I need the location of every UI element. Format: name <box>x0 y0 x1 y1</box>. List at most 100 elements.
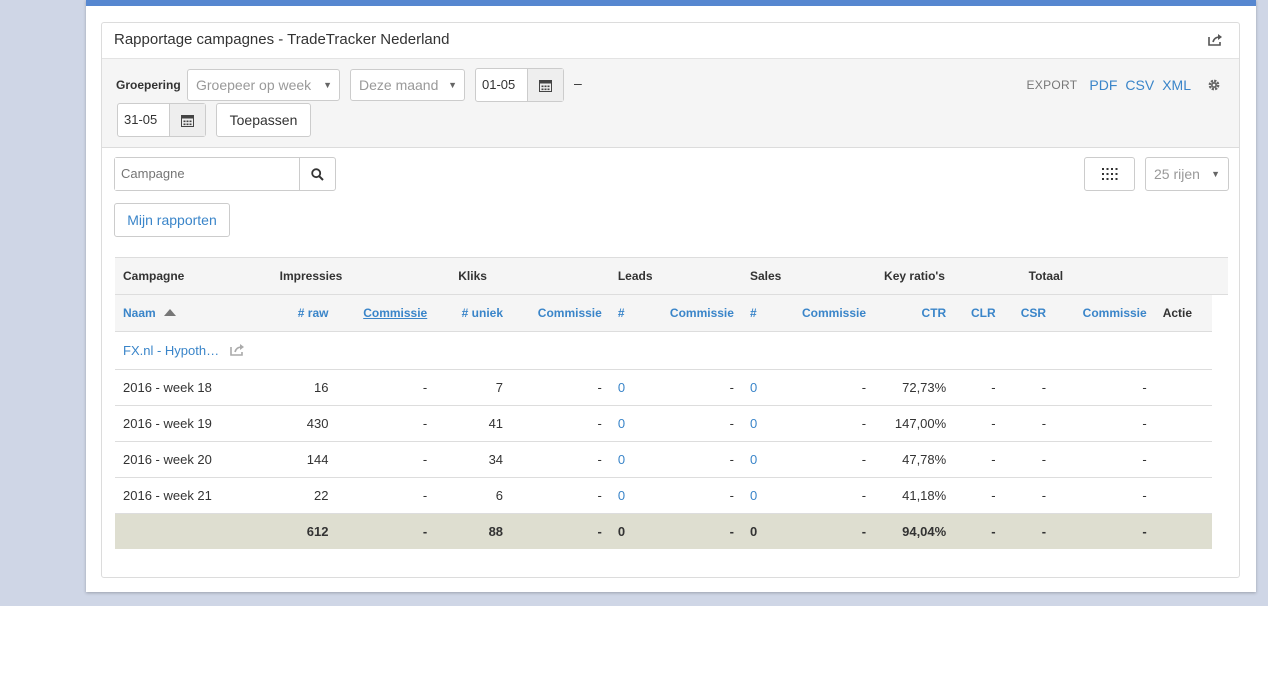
cell-clr: - <box>954 477 1004 514</box>
table-row: 2016 - week 18 16-7-0-0-72,73% - - - <box>115 369 1228 406</box>
cell-kliks-commissie: - <box>511 441 610 478</box>
cell-sales[interactable]: 0 <box>741 405 774 442</box>
campaign-row: FX.nl - Hypoth… <box>115 331 1228 370</box>
total-leads: 0 <box>609 513 644 549</box>
col-sales-commissie[interactable]: Commissie <box>773 294 875 332</box>
report-table: Campagne Impressies Kliks Leads Sales Ke… <box>115 257 1228 549</box>
date-range-dash: – <box>574 75 582 91</box>
cell-csr: - <box>1003 477 1055 514</box>
date-to-field[interactable]: 31-05 <box>117 103 206 137</box>
total-ctr: 94,04% <box>874 513 955 549</box>
col-totaal-commissie[interactable]: Commissie <box>1054 294 1155 332</box>
apply-button[interactable]: Toepassen <box>216 103 311 137</box>
group-header-row: Campagne Impressies Kliks Leads Sales Ke… <box>115 257 1228 295</box>
calendar-icon[interactable] <box>168 104 205 136</box>
column-picker-button[interactable] <box>1084 157 1135 191</box>
cell-clr: - <box>954 441 1004 478</box>
period-select-value: Deze maand <box>359 77 439 93</box>
date-to-value[interactable]: 31-05 <box>118 104 169 136</box>
cell-uniek: 7 <box>435 369 512 406</box>
cell-uniek: 41 <box>435 405 512 442</box>
cell-actie <box>1154 441 1212 478</box>
cell-actie <box>1154 477 1212 514</box>
group-header-sales: Sales <box>741 257 875 295</box>
cell-totaal-commissie: - <box>1054 477 1155 514</box>
cell-clr: - <box>954 405 1004 442</box>
chevron-down-icon: ▼ <box>448 80 457 90</box>
export-xml-link[interactable]: XML <box>1162 77 1191 93</box>
search-input[interactable] <box>115 158 299 190</box>
period-select[interactable]: Deze maand ▼ <box>350 69 465 101</box>
campaign-search <box>114 157 336 191</box>
cell-sales[interactable]: 0 <box>741 369 774 406</box>
cell-raw: 16 <box>271 369 337 406</box>
date-from-value[interactable]: 01-05 <box>476 69 527 101</box>
table-row: 2016 - week 20 144-34-0-0-47,78% - - - <box>115 441 1228 478</box>
col-ctr[interactable]: CTR <box>874 294 955 332</box>
col-clr[interactable]: CLR <box>954 294 1004 332</box>
cell-impressies-commissie: - <box>336 369 436 406</box>
chevron-down-icon: ▼ <box>1211 169 1220 179</box>
total-kliks-commissie: - <box>511 513 610 549</box>
cell-leads[interactable]: 0 <box>609 405 644 442</box>
total-clr: - <box>954 513 1004 549</box>
col-uniek[interactable]: # uniek <box>435 294 512 332</box>
date-from-field[interactable]: 01-05 <box>475 68 564 102</box>
table-row: 2016 - week 21 22-6-0-0-41,18% - - - <box>115 477 1228 514</box>
gear-icon[interactable] <box>1207 78 1221 92</box>
col-csr[interactable]: CSR <box>1003 294 1055 332</box>
cell-sales[interactable]: 0 <box>741 477 774 514</box>
cell-sales-commissie: - <box>773 369 875 406</box>
col-leads-commissie[interactable]: Commissie <box>643 294 742 332</box>
cell-leads-commissie: - <box>643 405 742 442</box>
export-pdf-link[interactable]: PDF <box>1089 77 1117 93</box>
cell-uniek: 34 <box>435 441 512 478</box>
col-raw[interactable]: # raw <box>271 294 337 332</box>
groepering-label: Groepering <box>116 78 181 92</box>
group-header-key-ratios: Key ratio's <box>874 257 1004 295</box>
rows-per-page-value: 25 rijen <box>1154 166 1200 182</box>
cell-sales-commissie: - <box>773 477 875 514</box>
col-naam[interactable]: Naam <box>115 294 272 332</box>
col-kliks-commissie[interactable]: Commissie <box>511 294 610 332</box>
my-reports-button[interactable]: Mijn rapporten <box>114 203 230 237</box>
col-impressies-commissie[interactable]: Commissie <box>336 294 436 332</box>
filter-bar: Groepering Groepeer op week ▼ Deze maand… <box>102 59 1239 148</box>
share-icon[interactable] <box>1207 33 1223 47</box>
cell-leads[interactable]: 0 <box>609 441 644 478</box>
cell-ctr: 47,78% <box>874 441 955 478</box>
cell-kliks-commissie: - <box>511 477 610 514</box>
campaign-link[interactable]: FX.nl - Hypoth… <box>123 343 219 358</box>
report-card: Rapportage campagnes - TradeTracker Nede… <box>101 22 1240 578</box>
groepering-select[interactable]: Groepeer op week ▼ <box>187 69 340 101</box>
totals-row: 612 - 88 - 0 - 0 - 94,04% - - - <box>115 513 1228 549</box>
share-icon[interactable] <box>229 343 245 357</box>
cell-sales[interactable]: 0 <box>741 441 774 478</box>
col-sales-count[interactable]: # <box>741 294 774 332</box>
total-impressies-commissie: - <box>336 513 436 549</box>
total-leads-commissie: - <box>643 513 742 549</box>
cell-leads-commissie: - <box>643 369 742 406</box>
main-panel: Rapportage campagnes - TradeTracker Nede… <box>86 0 1256 592</box>
cell-leads[interactable]: 0 <box>609 369 644 406</box>
column-header-row: Naam # raw Commissie # uniek Commissie #… <box>115 294 1228 332</box>
cell-totaal-commissie: - <box>1054 405 1155 442</box>
col-leads-count[interactable]: # <box>609 294 644 332</box>
cell-actie <box>1154 369 1212 406</box>
cell-leads[interactable]: 0 <box>609 477 644 514</box>
cell-week: 2016 - week 20 <box>115 441 272 478</box>
groepering-select-value: Groepeer op week <box>196 77 312 93</box>
cell-raw: 144 <box>271 441 337 478</box>
cell-sales-commissie: - <box>773 441 875 478</box>
card-header: Rapportage campagnes - TradeTracker Nede… <box>102 23 1239 59</box>
group-header-kliks: Kliks <box>435 257 610 295</box>
search-button[interactable] <box>299 158 335 190</box>
calendar-icon[interactable] <box>526 69 563 101</box>
total-sales: 0 <box>741 513 774 549</box>
cell-actie <box>1154 405 1212 442</box>
export-csv-link[interactable]: CSV <box>1125 77 1154 93</box>
cell-ctr: 147,00% <box>874 405 955 442</box>
rows-per-page-select[interactable]: 25 rijen ▼ <box>1145 157 1229 191</box>
cell-week: 2016 - week 21 <box>115 477 272 514</box>
data-rows: 2016 - week 18 16-7-0-0-72,73% - - -2016 - w… <box>115 369 1228 514</box>
